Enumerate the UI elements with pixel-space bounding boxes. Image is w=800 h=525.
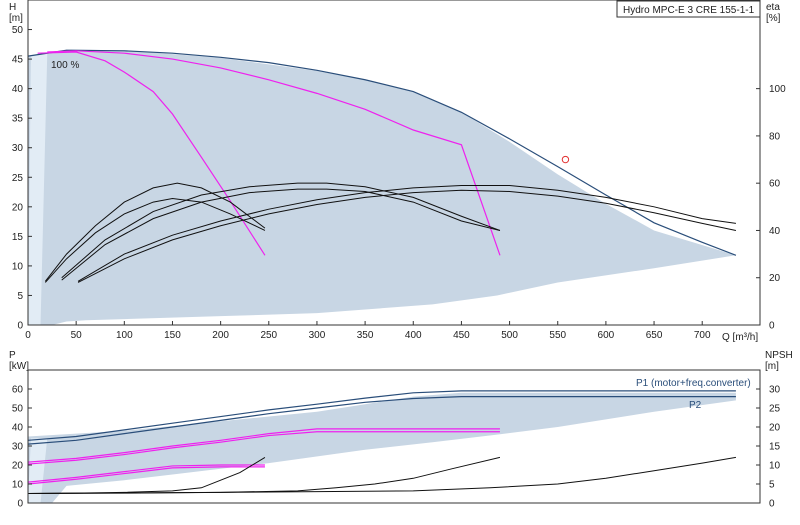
right-tick-label: 20 <box>769 423 781 434</box>
left-tick-label: 35 <box>12 114 24 125</box>
flow-axis-label: Q [m³/h] <box>722 332 758 343</box>
right-tick-label: 60 <box>769 179 781 190</box>
left-tick-label: 20 <box>12 461 24 472</box>
duty-point-marker <box>561 155 570 164</box>
x-tick-label: 550 <box>549 330 566 341</box>
head-efficiency-panel: 051015202530354045500204060801000 50 100 15… <box>9 0 786 343</box>
power-npsh-panel: 0 10 20 30 40 50 60 0 5 10 15 20 25 30 P [kW] NPSH [m… <box>9 350 793 510</box>
right-tick-label: 25 <box>769 404 781 415</box>
right-tick-label: 0 <box>769 321 775 332</box>
x-tick-label: 100 <box>116 330 133 341</box>
left-tick-label: 25 <box>12 173 24 184</box>
right-tick-label: 100 <box>769 84 786 95</box>
right-tick-label: 15 <box>769 442 781 453</box>
right-tick-label: 80 <box>769 131 781 142</box>
right-tick-label: 5 <box>769 480 775 491</box>
x-tick-label: 600 <box>598 330 615 341</box>
right-tick-label: 0 <box>769 499 775 510</box>
x-tick-label: 400 <box>405 330 422 341</box>
x-tick-label: 50 <box>71 330 83 341</box>
x-tick-label: 250 <box>260 330 277 341</box>
x-tick-label: 450 <box>453 330 470 341</box>
left-tick-label: 40 <box>12 84 24 95</box>
head-axis-unit: [m] <box>9 13 23 24</box>
right-tick-label: 30 <box>769 385 781 396</box>
x-tick-label: 200 <box>212 330 229 341</box>
x-tick-label: 350 <box>357 330 374 341</box>
right-tick-label: 40 <box>769 226 781 237</box>
npsh-axis-label: NPSH <box>765 350 793 361</box>
x-tick-label: 500 <box>501 330 518 341</box>
left-tick-label: 0 <box>17 499 23 510</box>
left-tick-label: 30 <box>12 442 24 453</box>
head-axis-label: H <box>9 2 16 13</box>
left-tick-label: 30 <box>12 143 24 154</box>
right-tick-label: 20 <box>769 273 781 284</box>
operating-envelope <box>28 49 736 326</box>
left-tick-label: 45 <box>12 55 24 66</box>
speed-annotation-100: 100 % <box>51 60 79 71</box>
power-axis-label: P <box>9 350 16 361</box>
x-tick-label: 0 <box>25 330 31 341</box>
eta-axis-label: eta <box>766 2 780 13</box>
chart-svg: 051015202530354045500204060801000 50 100 15… <box>9 0 793 510</box>
pump-performance-chart: 0 5 10 15 20 25 30 35 40 45 50 0 20 40 60 80 100 0 50 100 15… <box>0 0 800 520</box>
x-tick-label: 300 <box>309 330 326 341</box>
power-envelope <box>28 392 736 503</box>
left-tick-label: 0 <box>17 321 23 332</box>
power-axis-unit: [kW] <box>9 361 29 372</box>
x-tick-label: 700 <box>694 330 711 341</box>
left-tick-label: 50 <box>12 404 24 415</box>
p2-curve-label: P2 <box>689 400 702 411</box>
left-tick-label: 10 <box>12 480 24 491</box>
left-tick-label: 60 <box>12 385 24 396</box>
left-tick-label: 50 <box>12 25 24 36</box>
eta-axis-unit: [%] <box>766 13 781 24</box>
left-tick-label: 20 <box>12 202 24 213</box>
x-tick-label: 150 <box>164 330 181 341</box>
left-tick-label: 15 <box>12 232 24 243</box>
title-box-text: Hydro MPC-E 3 CRE 155-1-1 <box>623 5 755 16</box>
right-tick-label: 10 <box>769 461 781 472</box>
x-tick-label: 650 <box>646 330 663 341</box>
npsh-axis-unit: [m] <box>765 361 779 372</box>
left-tick-label: 5 <box>17 291 23 302</box>
left-tick-label: 40 <box>12 423 24 434</box>
p1-curve-label: P1 (motor+freq.converter) <box>636 378 751 389</box>
left-tick-label: 10 <box>12 261 24 272</box>
